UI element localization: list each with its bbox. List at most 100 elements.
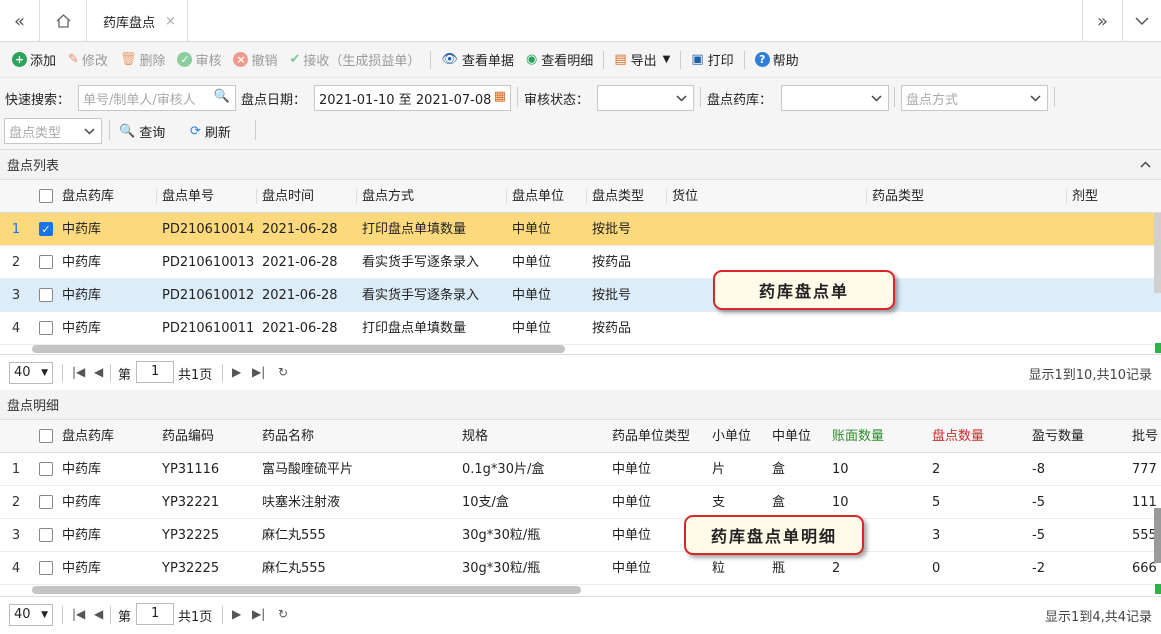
- vertical-scrollbar[interactable]: [1154, 213, 1161, 293]
- row-checkbox[interactable]: [39, 255, 53, 269]
- print-button[interactable]: ▣ 打印: [685, 42, 739, 78]
- page-size-select[interactable]: 40 ▼: [9, 362, 53, 384]
- detail-header-cell[interactable]: 药品单位类型: [612, 420, 690, 453]
- last-page-icon[interactable]: ▶|: [252, 607, 265, 621]
- table-row[interactable]: 3 中药库 YP32225 麻仁丸555 30g*30粒/瓶 中单位 3 -5 555: [0, 519, 1161, 552]
- collapse-menu-icon[interactable]: «: [0, 0, 40, 42]
- row-checkbox[interactable]: [39, 495, 53, 509]
- detail-header-cell[interactable]: 中单位: [772, 420, 811, 453]
- detail-header-cell[interactable]: 盘点数量: [932, 420, 984, 453]
- list-header-cell[interactable]: 盘点类型: [592, 180, 644, 213]
- detail-header-cell[interactable]: 盘点药库: [62, 420, 114, 453]
- horizontal-scrollbar[interactable]: [32, 345, 565, 353]
- list-header-cell[interactable]: 货位: [672, 180, 698, 213]
- first-page-icon[interactable]: |◀: [72, 607, 85, 621]
- table-row[interactable]: 4 中药库 PD210610011 2021-06-28 打印盘点单填数量 中单位 按药品: [0, 312, 1161, 345]
- column-divider[interactable]: [156, 189, 157, 204]
- list-header: 盘点药库 盘点单号 盘点时间 盘点方式 盘点单位 盘点类型 货位 药品类型 剂型: [0, 180, 1161, 213]
- row-checkbox[interactable]: [39, 288, 53, 302]
- table-cell: 打印盘点单填数量: [362, 222, 467, 237]
- list-header-cell[interactable]: 盘点单位: [512, 180, 564, 213]
- next-page-icon[interactable]: ▶: [232, 607, 241, 621]
- table-row[interactable]: 3 中药库 PD210610012 2021-06-28 看实货手写逐条录入 中单位 按批号: [0, 279, 1161, 312]
- quick-search-input[interactable]: 单号/制单人/审核人 🔍: [78, 85, 236, 111]
- select-all-checkbox[interactable]: [39, 189, 53, 203]
- table-cell: 中单位: [512, 288, 552, 303]
- list-header-cell[interactable]: 盘点单号: [162, 180, 214, 213]
- search-bar: 快速搜索： 单号/制单人/审核人 🔍 盘点日期： 2021-01-10 至 20…: [0, 78, 1161, 150]
- table-row[interactable]: 2 中药库 YP32221 呋塞米注射液 10支/盒 中单位支盒 10 5 -5 111: [0, 486, 1161, 519]
- last-page-icon[interactable]: ▶|: [252, 365, 265, 379]
- table-row[interactable]: 2 中药库 PD210610013 2021-06-28 看实货手写逐条录入 中单位 按药品: [0, 246, 1161, 279]
- table-row[interactable]: 1 中药库 YP31116 富马酸喹硫平片 0.1g*30片/盒 中单位 片 盒 10 2 -8 77…: [0, 453, 1161, 486]
- refresh-button[interactable]: ⟳ 刷新: [190, 122, 231, 141]
- edit-button[interactable]: ✎ 修改: [62, 42, 114, 78]
- detail-header-cell[interactable]: 规格: [462, 420, 488, 453]
- row-checkbox[interactable]: [39, 321, 53, 335]
- row-checkbox[interactable]: [39, 561, 53, 575]
- row-checkbox[interactable]: ✓: [39, 222, 53, 236]
- detail-header-cell[interactable]: 小单位: [712, 420, 751, 453]
- list-header-cell[interactable]: 盘点药库: [62, 180, 114, 213]
- vertical-scrollbar[interactable]: [1154, 508, 1161, 563]
- divider: [110, 364, 111, 382]
- column-divider[interactable]: [506, 189, 507, 204]
- audit-button[interactable]: ✓ 审核: [171, 42, 227, 78]
- prev-page-icon[interactable]: ◀: [94, 607, 103, 621]
- table-row[interactable]: 4 中药库 YP32225 麻仁丸555 30g*30粒/瓶 中单位粒瓶 2 0 -2 666: [0, 552, 1161, 585]
- reload-icon[interactable]: ↻: [278, 365, 288, 379]
- table-cell: 中药库: [62, 222, 102, 237]
- detail-header-cell[interactable]: 盈亏数量: [1032, 420, 1084, 453]
- query-button[interactable]: 🔍 查询: [119, 122, 165, 141]
- tab-stock-check[interactable]: 药库盘点 ×: [86, 0, 188, 42]
- detail-header-cell[interactable]: 批号: [1132, 420, 1158, 453]
- table-cell: 2021-06-28: [262, 321, 338, 336]
- delete-button[interactable]: 🗑 删除: [114, 42, 172, 78]
- chevron-down-icon: ▼: [41, 610, 48, 620]
- chevron-down-icon[interactable]: [1122, 0, 1161, 42]
- list-header-cell[interactable]: 盘点时间: [262, 180, 314, 213]
- column-divider[interactable]: [1066, 189, 1067, 204]
- scroll-tabs-right-icon[interactable]: »: [1082, 0, 1122, 42]
- column-divider[interactable]: [256, 189, 257, 204]
- pager-summary: 显示1到4,共4记录: [1045, 610, 1152, 625]
- page-size-select[interactable]: 40 ▼: [9, 604, 53, 626]
- list-header-cell[interactable]: 药品类型: [872, 180, 924, 213]
- column-divider[interactable]: [666, 189, 667, 204]
- next-page-icon[interactable]: ▶: [232, 365, 241, 379]
- column-divider[interactable]: [586, 189, 587, 204]
- view-detail-button[interactable]: ◉ 查看明细: [520, 42, 599, 78]
- chevron-up-icon[interactable]: [1140, 161, 1151, 168]
- close-icon[interactable]: ×: [165, 14, 176, 29]
- prev-page-icon[interactable]: ◀: [94, 365, 103, 379]
- column-divider[interactable]: [866, 189, 867, 204]
- search-icon: 🔍: [213, 89, 230, 104]
- receive-button[interactable]: ✔ 接收（生成损益单）: [284, 42, 427, 78]
- page-input[interactable]: 1: [136, 361, 174, 383]
- method-select[interactable]: 盘点方式: [901, 85, 1048, 111]
- first-page-icon[interactable]: |◀: [72, 365, 85, 379]
- help-button[interactable]: ? 帮助: [749, 42, 805, 78]
- row-checkbox[interactable]: [39, 528, 53, 542]
- store-select[interactable]: [781, 85, 889, 111]
- add-button[interactable]: + 添加: [6, 42, 62, 78]
- date-range-input[interactable]: 2021-01-10 至 2021-07-08 ▦: [314, 85, 511, 111]
- detail-header-cell[interactable]: 账面数量: [832, 420, 884, 453]
- column-divider[interactable]: [356, 189, 357, 204]
- cancel-button[interactable]: × 撤销: [227, 42, 283, 78]
- table-row[interactable]: 1 ✓ 中药库 PD210610014 2021-06-28 打印盘点单填数量 中单位 按批号: [0, 213, 1161, 246]
- horizontal-scrollbar[interactable]: [32, 586, 581, 594]
- detail-header-cell[interactable]: 药品名称: [262, 420, 314, 453]
- detail-header-cell[interactable]: 药品编码: [162, 420, 214, 453]
- list-header-cell[interactable]: 剂型: [1072, 180, 1098, 213]
- row-checkbox[interactable]: [39, 462, 53, 476]
- status-select[interactable]: [597, 85, 694, 111]
- export-button[interactable]: ▤ 导出 ▼: [608, 42, 676, 78]
- view-doc-button[interactable]: 👁 查看单据: [435, 42, 520, 78]
- type-select[interactable]: 盘点类型: [4, 118, 102, 144]
- select-all-checkbox[interactable]: [39, 429, 53, 443]
- reload-icon[interactable]: ↻: [278, 607, 288, 621]
- page-input[interactable]: 1: [136, 603, 174, 625]
- list-header-cell[interactable]: 盘点方式: [362, 180, 414, 213]
- home-icon[interactable]: [40, 0, 86, 42]
